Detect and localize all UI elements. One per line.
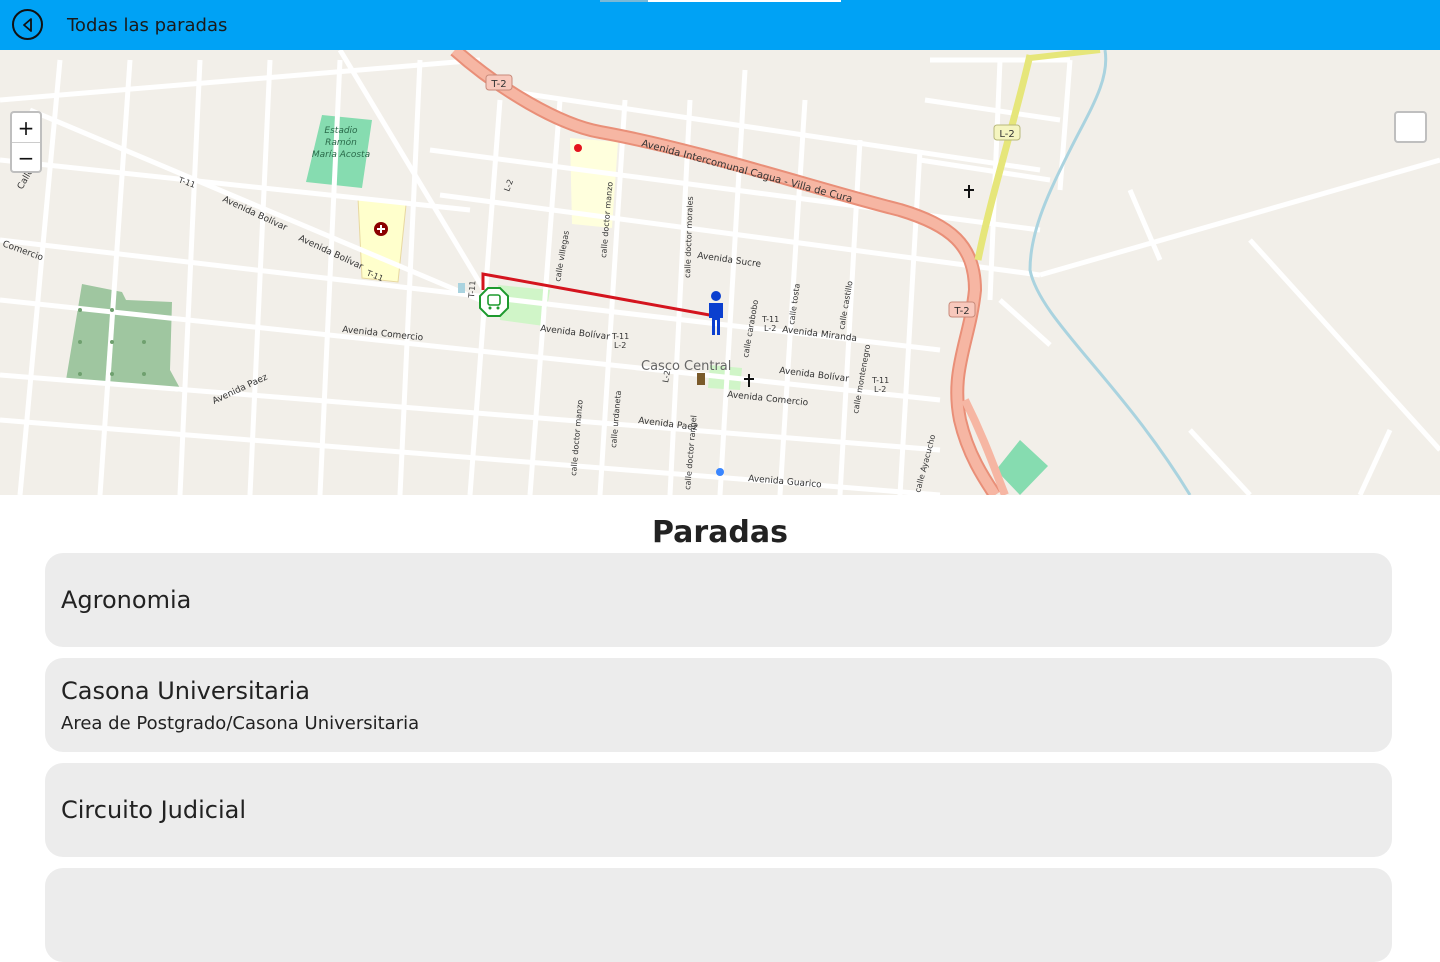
- fountain-icon: [458, 283, 465, 293]
- loading-indicator: [600, 0, 841, 2]
- back-arrow-icon: [22, 17, 32, 32]
- church-east-icon: [964, 185, 974, 198]
- street-grid: [0, 50, 1440, 495]
- svg-text:Avenida Intercomunal Cagua - V: Avenida Intercomunal Cagua - Villa de Cu…: [640, 138, 853, 205]
- secondary-road-l2-top: [1029, 50, 1101, 61]
- stop-name: Circuito Judicial: [61, 796, 246, 824]
- svg-text:L-2: L-2: [874, 385, 886, 394]
- svg-text:T-11: T-11: [871, 376, 889, 385]
- svg-text:calle villegas: calle villegas: [553, 230, 571, 282]
- stop-item-partial[interactable]: [45, 868, 1392, 962]
- svg-text:T-11: T-11: [611, 332, 629, 341]
- svg-text:T-11: T-11: [467, 280, 478, 299]
- zoom-in-button[interactable]: +: [12, 113, 40, 143]
- user-location-icon: [709, 291, 723, 335]
- svg-text:T-11: T-11: [761, 315, 779, 324]
- stop-item-agronomia[interactable]: Agronomia: [45, 553, 1392, 647]
- svg-text:L-2: L-2: [661, 370, 672, 384]
- svg-text:Avenida Paez: Avenida Paez: [211, 372, 269, 406]
- svg-text:Avenida Bolívar: Avenida Bolívar: [540, 324, 611, 342]
- svg-text:Estadio: Estadio: [324, 126, 358, 136]
- stop-item-circuito-judicial[interactable]: Circuito Judicial: [45, 763, 1392, 857]
- cemetery-area: [66, 284, 182, 392]
- svg-text:Casco Central: Casco Central: [641, 359, 731, 374]
- zoom-out-button[interactable]: −: [12, 143, 40, 172]
- back-button[interactable]: [12, 9, 43, 40]
- svg-text:L-2: L-2: [502, 178, 515, 193]
- map-canvas: T-2 T-2 L-2 Estadio Ramón María Acosta A…: [0, 50, 1440, 495]
- monument-icon: [697, 373, 705, 385]
- road-shield-t2-east: T-2: [948, 301, 976, 318]
- svg-text:calle montenegro: calle montenegro: [851, 344, 872, 415]
- svg-text:Avenida Sucre: Avenida Sucre: [697, 251, 762, 270]
- stop-name: Agronomia: [61, 586, 192, 614]
- svg-text:Ramón: Ramón: [325, 137, 357, 148]
- svg-text:L-2: L-2: [614, 341, 626, 350]
- svg-text:calle tosta: calle tosta: [787, 283, 802, 325]
- svg-text:T-2: T-2: [490, 79, 506, 90]
- svg-text:L-2: L-2: [999, 129, 1014, 140]
- svg-text:calle urdaneta: calle urdaneta: [609, 390, 623, 448]
- svg-text:T-2: T-2: [953, 306, 969, 317]
- stop-subtitle: Area de Postgrado/Casona Universitaria: [61, 713, 420, 734]
- zoom-control: + −: [10, 111, 42, 173]
- page-title: Todas las paradas: [67, 15, 228, 36]
- svg-text:Avenida Comercio: Avenida Comercio: [727, 390, 809, 408]
- hospital-area: [357, 197, 407, 283]
- stop-name: Casona Universitaria: [61, 677, 311, 705]
- svg-text:calle doctor morales: calle doctor morales: [683, 196, 695, 278]
- road-shield-t2-top: T-2: [485, 74, 513, 91]
- svg-text:María Acosta: María Acosta: [312, 150, 370, 160]
- svg-text:calle Ayacucho: calle Ayacucho: [913, 434, 937, 494]
- svg-text:L-2: L-2: [764, 324, 776, 333]
- poi-dot-icon: [574, 144, 582, 152]
- layer-toggle-button[interactable]: [1394, 111, 1427, 143]
- stop-item-casona-universitaria[interactable]: Casona Universitaria Area de Postgrado/C…: [45, 658, 1392, 752]
- bus-stop-icon[interactable]: [479, 287, 509, 317]
- svg-text:Avenida Guarico: Avenida Guarico: [748, 474, 823, 490]
- road-shield-l2: L-2: [993, 124, 1021, 141]
- app-header: Todas las paradas: [0, 0, 1440, 50]
- location-dot-icon: [716, 468, 724, 476]
- stops-section-title: Paradas: [651, 515, 789, 550]
- route-map[interactable]: T-2 T-2 L-2 Estadio Ramón María Acosta A…: [0, 50, 1440, 495]
